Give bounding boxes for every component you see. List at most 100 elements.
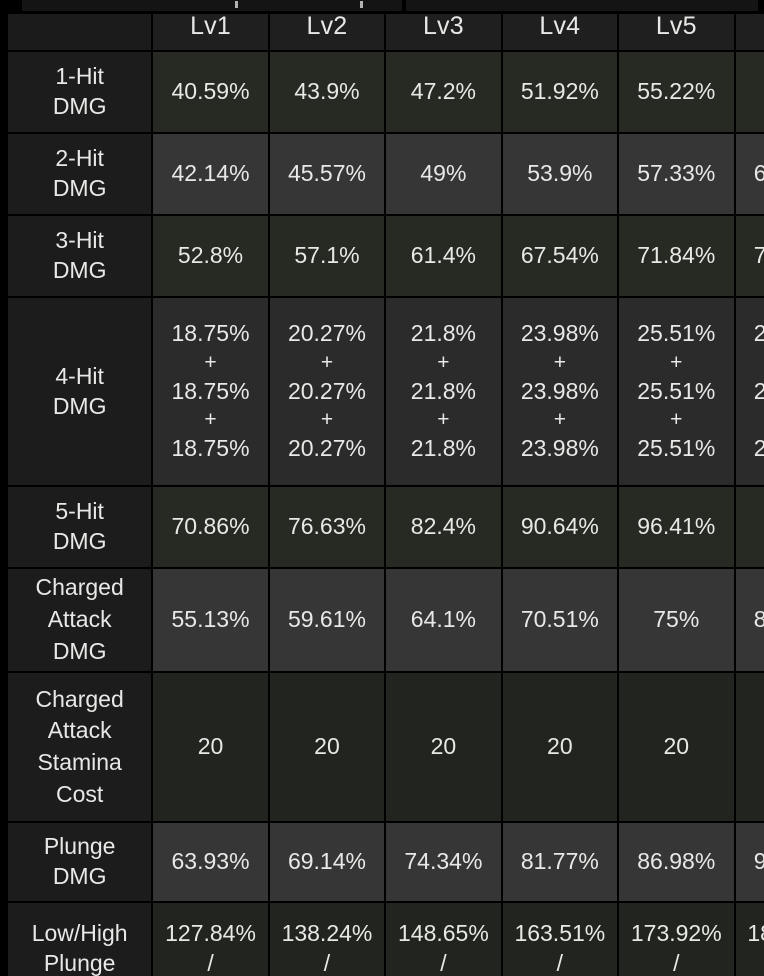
row-label-line: Attack [47,606,112,633]
talent-attack-scaling-table: Lv1 Lv2 Lv3 Lv4 Lv5 Lv6 1-Hit DMG [6,0,764,976]
cell-stamina-cost-lv6: 20 [735,673,764,821]
row-label-line: DMG [52,392,107,419]
hit-value: 21.8% [410,434,477,461]
cell-plunge-dmg-lv4: 81.77% [502,823,618,901]
cell-1-hit-dmg-lv6: 59% [735,52,764,132]
cell-charged-attack-dmg-lv2: 59.61% [269,569,385,671]
hit-value: 18.75% [171,320,250,347]
cell-plunge-dmg-lv6: 92.93% [735,823,764,901]
cell-1-hit-dmg-lv1: 40.59% [153,52,268,132]
row-label-line: Charged [35,685,124,712]
hit-value: 27.25% [753,377,764,404]
row-label-2-hit-dmg: 2-Hit DMG [8,134,152,214]
cell-low-high-plunge-lv2: 138.24% / [269,903,385,976]
cell-3-hit-dmg-lv6: 76.75% [735,216,764,296]
cell-5-hit-dmg-lv5: 96.41% [619,487,734,567]
hit-value: 23.98% [520,434,599,461]
hit-value: 20.27% [287,377,366,404]
row-label-line: Attack [47,717,112,744]
hit-value: 20.27% [287,434,366,461]
hit-value: 21.8% [410,320,477,347]
cell-charged-attack-dmg-lv1: 55.13% [153,569,268,671]
table-row-3-hit-dmg: 3-Hit DMG 52.8% 57.1% 61.4% 67.54% 71.84… [8,216,764,296]
row-label-line: Low/High [31,920,128,947]
cell-2-hit-dmg-lv1: 42.14% [153,134,268,214]
cell-3-hit-dmg-lv4: 67.54% [502,216,618,296]
table-body: 1-Hit DMG 40.59% 43.9% 47.2% 51.92% 55.2… [8,52,764,976]
cell-low-high-plunge-lv6: 185.81% / [735,903,764,976]
row-label-line: Cost [56,780,104,807]
hit-value: 27.25% [753,434,764,461]
plunge-value: 127.84% [165,920,256,947]
cell-2-hit-dmg-lv3: 49% [386,134,501,214]
row-label-4-hit-dmg: 4-Hit DMG [8,298,152,485]
hit-value: 25.51% [637,434,716,461]
cell-3-hit-dmg-lv1: 52.8% [153,216,268,296]
row-label-line: DMG [52,863,107,889]
cell-plunge-dmg-lv2: 69.14% [269,823,385,901]
table-row-5-hit-dmg: 5-Hit DMG 70.86% 76.63% 82.4% 90.64% 96.… [8,487,764,567]
screenshot-root: Lv1 Lv2 Lv3 Lv4 Lv5 Lv6 1-Hit DMG [0,0,764,976]
row-label-line: DMG [52,528,107,554]
row-label-1-hit-dmg: 1-Hit DMG [8,52,152,132]
row-label-plunge-dmg: Plunge DMG [8,823,152,901]
row-label-line: Plunge [43,833,116,860]
cell-low-high-plunge-lv3: 148.65% / [386,903,501,976]
row-label-line: DMG [52,93,107,119]
hit-value: 21.8% [410,377,477,404]
table-row-low-high-plunge: Low/High Plunge 127.84% / 138.24% / 148.… [8,903,764,976]
cell-charged-attack-dmg-lv6: 80.13% [735,569,764,671]
row-label-line: 5-Hit [55,498,104,525]
row-label-3-hit-dmg: 3-Hit DMG [8,216,152,296]
cell-4-hit-dmg-lv5: 25.51% + 25.51% + 25.51% [619,298,734,485]
plus-separator: + [670,351,683,375]
hit-value: 25.51% [637,320,716,347]
plus-separator: + [437,351,450,375]
cell-5-hit-dmg-lv6: 103% [735,487,764,567]
row-label-line: 2-Hit [55,145,104,172]
clipped-row-glyph-2 [360,1,363,8]
row-label-line: 1-Hit [55,63,104,90]
cell-5-hit-dmg-lv2: 76.63% [269,487,385,567]
clipped-previous-row [0,0,764,14]
cell-stamina-cost-lv5: 20 [619,673,734,821]
cell-1-hit-dmg-lv2: 43.9% [269,52,385,132]
row-label-line: DMG [52,637,107,664]
plunge-value: 185.81% [747,920,764,947]
plus-separator: + [736,349,764,376]
table-row-2-hit-dmg: 2-Hit DMG 42.14% 45.57% 49% 53.9% 57.33%… [8,134,764,214]
talent-table-scroll-area[interactable]: Lv1 Lv2 Lv3 Lv4 Lv5 Lv6 1-Hit DMG [6,0,764,976]
cell-charged-attack-dmg-lv4: 70.51% [502,569,618,671]
plus-separator: + [437,408,450,432]
cell-4-hit-dmg-lv1: 18.75% + 18.75% + 18.75% [153,298,268,485]
cell-3-hit-dmg-lv3: 61.4% [386,216,501,296]
cell-plunge-dmg-lv1: 63.93% [153,823,268,901]
plus-separator: + [670,408,683,432]
cell-2-hit-dmg-lv4: 53.9% [502,134,618,214]
plus-separator: + [553,351,566,375]
row-label-line: 3-Hit [55,227,104,254]
row-label-low-high-plunge: Low/High Plunge [8,903,152,976]
plus-separator: + [320,351,334,375]
cell-4-hit-dmg-lv4: 23.98% + 23.98% + 23.98% [502,298,618,485]
cell-stamina-cost-lv2: 20 [269,673,385,821]
cell-5-hit-dmg-lv3: 82.4% [386,487,501,567]
row-label-charged-attack-dmg: Charged Attack DMG [8,569,152,671]
clipped-row-segment-left [22,0,402,11]
hit-value: 23.98% [520,320,599,347]
plunge-separator: / [207,950,214,976]
cell-1-hit-dmg-lv3: 47.2% [386,52,501,132]
plus-separator: + [553,408,566,432]
table-row-charged-attack-dmg: Charged Attack DMG 55.13% 59.61% 64.1% 7… [8,569,764,671]
row-label-line: DMG [52,257,107,283]
plunge-separator: / [440,950,447,976]
plus-separator: + [204,408,217,432]
row-label-line: 4-Hit [55,362,104,389]
cell-2-hit-dmg-lv5: 57.33% [619,134,734,214]
cell-3-hit-dmg-lv2: 57.1% [269,216,385,296]
hit-value: 27.25% [753,320,764,347]
cell-low-high-plunge-lv4: 163.51% / [502,903,618,976]
cell-3-hit-dmg-lv5: 71.84% [619,216,734,296]
plus-separator: + [204,351,217,375]
cell-stamina-cost-lv1: 20 [153,673,268,821]
